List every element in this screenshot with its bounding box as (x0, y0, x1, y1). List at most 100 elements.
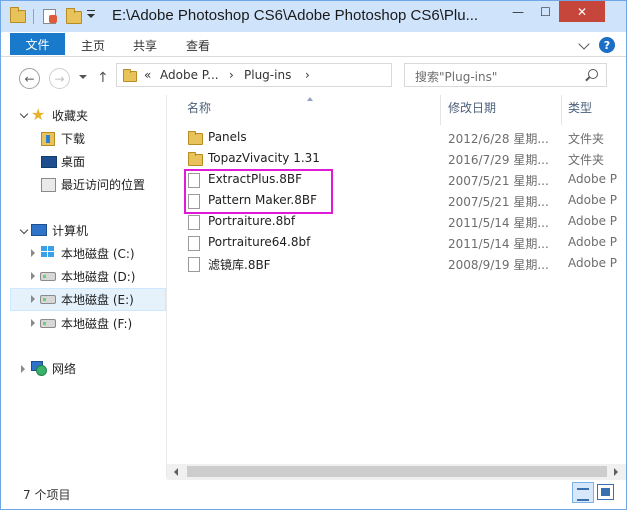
search-placeholder: 搜索"Plug-ins" (415, 70, 498, 84)
highlight-annotation (184, 169, 333, 214)
file-row[interactable]: 滤镜库.8BF 2008/9/19 星期... Adobe P (179, 254, 626, 275)
expand-arrow-icon[interactable] (19, 109, 29, 119)
large-icons-view-icon[interactable] (597, 484, 614, 500)
expand-arrow-icon[interactable] (19, 225, 29, 235)
file-name: Portraiture.8bf (208, 214, 296, 228)
file-name: 滤镜库.8BF (208, 258, 271, 272)
address-bar[interactable]: « Adobe P... › Plug-ins › ↻ (116, 63, 498, 87)
help-icon[interactable]: ? (599, 37, 615, 53)
nav-favorites[interactable]: 收藏夹 (52, 104, 88, 126)
nav-computer[interactable]: 计算机 (52, 219, 88, 241)
properties-icon[interactable] (43, 9, 57, 24)
file-icon (188, 257, 200, 272)
address-overflow[interactable]: « (144, 68, 151, 82)
column-header-date[interactable]: 修改日期 (448, 99, 496, 116)
file-name: TopazVivacity 1.31 (208, 151, 320, 165)
recent-places-icon (41, 178, 56, 192)
tab-file[interactable]: 文件 (10, 33, 65, 55)
column-header-name[interactable]: 名称 (187, 99, 211, 116)
nav-downloads[interactable]: 下载 (61, 127, 85, 149)
folder-icon (188, 152, 203, 166)
search-icon[interactable] (588, 69, 598, 79)
column-divider[interactable] (440, 95, 441, 125)
network-icon (30, 360, 47, 376)
file-date: 2011/5/14 星期... (448, 237, 549, 251)
minimize-button[interactable]: — (504, 1, 532, 22)
navigation-pane: ★ 收藏夹 下载 桌面 最近访问的位置 计算机 本地磁盘 (C:) 本地磁盘 (… (1, 95, 167, 478)
nav-desktop[interactable]: 桌面 (61, 150, 85, 172)
scrollbar-thumb[interactable] (187, 466, 607, 477)
file-type: Adobe P (568, 235, 618, 249)
tab-view[interactable]: 查看 (186, 37, 210, 54)
close-button[interactable]: ✕ (559, 1, 605, 22)
file-type: Adobe P (568, 256, 618, 270)
file-row[interactable]: Portraiture64.8bf 2011/5/14 星期... Adobe … (179, 233, 626, 254)
nav-drive-f[interactable]: 本地磁盘 (F:) (61, 312, 132, 334)
arrow-left-icon: ← (24, 71, 35, 86)
column-header-type[interactable]: 类型 (568, 99, 592, 116)
collapsed-arrow-icon[interactable] (31, 249, 35, 257)
address-segment[interactable]: Adobe P... (160, 68, 219, 82)
file-date: 2007/5/21 星期... (448, 174, 549, 188)
file-date: 2008/9/19 星期... (448, 258, 549, 272)
collapsed-arrow-icon[interactable] (31, 295, 35, 303)
scroll-right-icon[interactable] (614, 468, 618, 476)
back-button[interactable]: ← (19, 68, 40, 89)
file-row[interactable]: Panels 2012/6/28 星期... 文件夹 (179, 128, 626, 149)
address-separator[interactable]: › (229, 68, 234, 82)
file-name: Panels (208, 130, 247, 144)
star-icon: ★ (31, 105, 46, 124)
file-row[interactable]: TopazVivacity 1.31 2016/7/29 星期... 文件夹 (179, 149, 626, 170)
file-list: 名称 修改日期 类型 Panels 2012/6/28 星期... 文件夹 To… (167, 95, 626, 465)
download-icon (41, 132, 55, 146)
nav-drive-d[interactable]: 本地磁盘 (D:) (61, 265, 135, 287)
collapsed-arrow-icon[interactable] (31, 319, 35, 327)
file-type: 文件夹 (568, 132, 605, 146)
column-divider[interactable] (561, 95, 562, 125)
file-type: Adobe P (568, 172, 618, 186)
expand-ribbon-icon[interactable] (578, 38, 590, 50)
forward-button[interactable]: → (49, 68, 70, 89)
nav-drive-e[interactable]: 本地磁盘 (E:) (61, 288, 134, 310)
explorer-window: E:\Adobe Photoshop CS6\Adobe Photoshop C… (0, 0, 627, 510)
recent-locations-icon[interactable] (79, 75, 87, 79)
folder-icon[interactable] (10, 7, 26, 23)
nav-recent-places[interactable]: 最近访问的位置 (61, 173, 145, 195)
window-title: E:\Adobe Photoshop CS6\Adobe Photoshop C… (112, 7, 479, 24)
item-count: 7 个项目 (23, 488, 71, 502)
tab-share[interactable]: 共享 (133, 37, 157, 54)
folder-icon (123, 69, 137, 82)
file-icon (188, 215, 200, 230)
up-button[interactable]: ↑ (97, 70, 109, 86)
sort-ascending-icon (307, 97, 313, 101)
computer-icon (31, 224, 47, 236)
tab-home[interactable]: 主页 (81, 37, 105, 54)
file-type: 文件夹 (568, 153, 605, 167)
arrow-up-icon: ↑ (97, 70, 109, 86)
file-name: Portraiture64.8bf (208, 235, 311, 249)
file-row[interactable]: Portraiture.8bf 2011/5/14 星期... Adobe P (179, 212, 626, 233)
horizontal-scrollbar[interactable] (167, 464, 626, 480)
scroll-left-icon[interactable] (174, 468, 178, 476)
windows-drive-icon (41, 246, 57, 258)
file-date: 2012/6/28 星期... (448, 132, 549, 146)
desktop-icon (41, 156, 57, 168)
collapsed-arrow-icon[interactable] (21, 365, 25, 373)
nav-network[interactable]: 网络 (52, 357, 76, 379)
status-bar: 7 个项目 (1, 480, 626, 509)
folder-icon (188, 131, 203, 145)
maximize-button[interactable]: ☐ (532, 1, 559, 22)
title-bar: E:\Adobe Photoshop CS6\Adobe Photoshop C… (1, 1, 626, 32)
new-folder-icon[interactable] (66, 8, 82, 24)
details-view-icon[interactable] (572, 482, 594, 503)
file-date: 2011/5/14 星期... (448, 216, 549, 230)
address-segment[interactable]: Plug-ins (244, 68, 291, 82)
file-date: 2016/7/29 星期... (448, 153, 549, 167)
collapsed-arrow-icon[interactable] (31, 272, 35, 280)
address-separator[interactable]: › (305, 68, 310, 82)
quick-access-dropdown-icon[interactable] (87, 10, 97, 20)
ribbon: 文件 主页 共享 查看 ? (1, 32, 626, 57)
nav-drive-c[interactable]: 本地磁盘 (C:) (61, 242, 135, 264)
drive-icon (40, 272, 56, 281)
search-input[interactable]: 搜索"Plug-ins" (404, 63, 607, 87)
